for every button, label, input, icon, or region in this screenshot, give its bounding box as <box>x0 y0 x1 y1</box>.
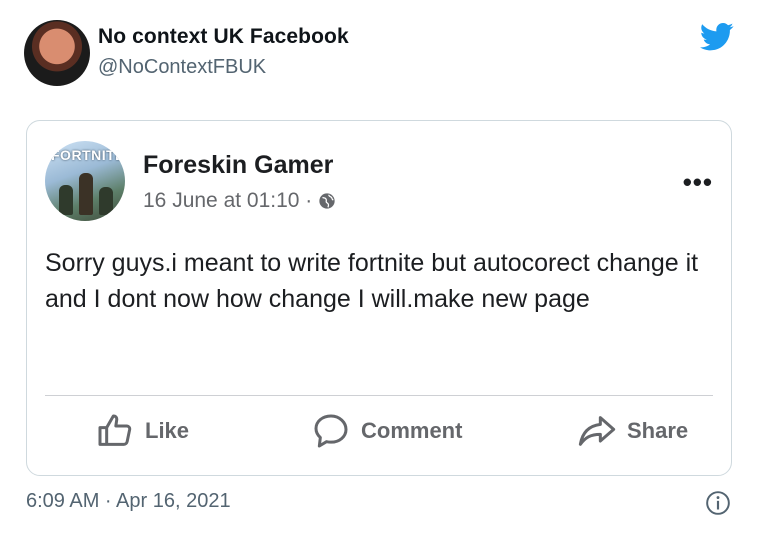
avatar-figure <box>79 173 93 215</box>
globe-icon <box>319 193 335 209</box>
avatar[interactable] <box>24 20 90 86</box>
tweet-timestamp[interactable]: 6:09 AM · Apr 16, 2021 <box>26 490 231 513</box>
avatar-figure <box>99 187 113 215</box>
fb-action-bar: Like Comment Share <box>27 411 731 457</box>
speech-bubble-icon <box>314 414 348 448</box>
fb-author-avatar[interactable]: FORTNITE <box>45 141 125 221</box>
avatar-figure <box>59 185 73 215</box>
info-icon[interactable] <box>705 490 731 516</box>
like-label: Like <box>145 418 190 443</box>
like-button[interactable]: Like <box>95 411 189 451</box>
twitter-bird-icon[interactable] <box>700 22 734 52</box>
thumbs-up-icon <box>98 414 132 446</box>
fortnite-logo-text: FORTNITE <box>51 147 125 163</box>
fb-post-meta: 16 June at 01:10 · <box>143 189 336 213</box>
tweet-card: No context UK Facebook @NoContextFBUK FO… <box>0 0 758 541</box>
display-name[interactable]: No context UK Facebook <box>98 25 349 49</box>
comment-label: Comment <box>361 418 463 443</box>
divider <box>45 395 713 396</box>
user-handle[interactable]: @NoContextFBUK <box>98 56 266 79</box>
comment-button[interactable]: Comment <box>311 411 462 451</box>
embedded-facebook-post: FORTNITE Foreskin Gamer 16 June at 01:10… <box>26 120 732 476</box>
share-label: Share <box>627 418 689 443</box>
share-button[interactable]: Share <box>577 411 688 451</box>
fb-author-name[interactable]: Foreskin Gamer <box>143 151 333 180</box>
more-options-icon[interactable]: ••• <box>683 169 713 195</box>
fb-post-date[interactable]: 16 June at 01:10 · <box>143 189 312 213</box>
fb-post-text: Sorry guys.i meant to write fortnite but… <box>45 249 699 313</box>
share-arrow-icon <box>578 416 616 446</box>
